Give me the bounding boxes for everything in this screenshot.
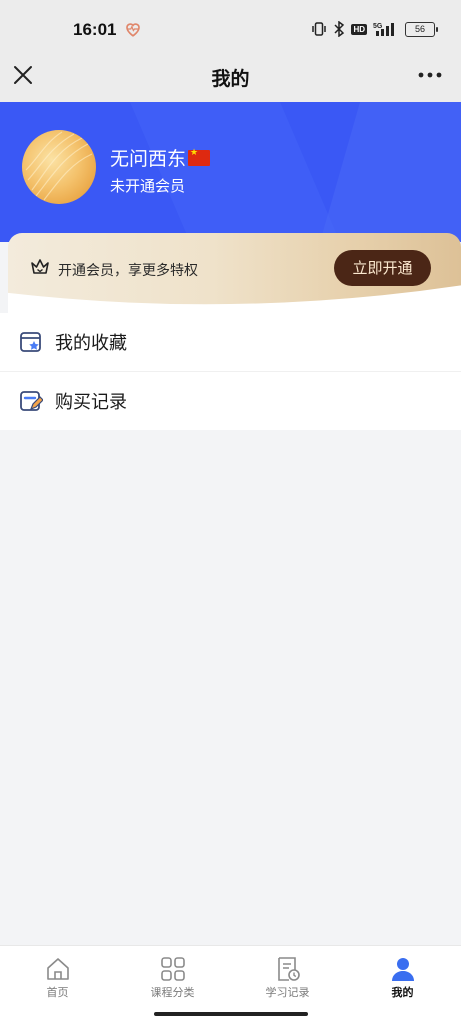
status-time: 16:01 — [73, 20, 117, 39]
hd-badge: HD — [351, 23, 367, 35]
home-icon — [46, 958, 69, 980]
health-heart-icon — [126, 23, 140, 37]
tab-mine[interactable]: 我的 — [345, 946, 460, 1006]
bluetooth-icon — [334, 21, 345, 37]
status-icons: HD 5G 56 — [311, 19, 438, 39]
menu-label-favorites: 我的收藏 — [55, 333, 127, 354]
vip-banner[interactable]: 开通会员，享更多特权 立即开通 — [8, 233, 461, 313]
banner-curve — [8, 285, 461, 313]
avatar-image — [25, 131, 93, 201]
tab-study-records[interactable]: 学习记录 — [230, 946, 345, 1006]
signal-5g-icon: 5G — [373, 23, 394, 36]
menu-label-purchase-records: 购买记录 — [55, 392, 127, 413]
status-bar: 16:01 HD 5G 56 — [0, 0, 461, 56]
svg-text:5G: 5G — [373, 23, 383, 30]
username: 无问西东 — [110, 144, 211, 171]
more-options-icon[interactable] — [417, 65, 443, 85]
purchase-record-icon — [20, 391, 43, 411]
profile-header: 无问西东 未开通会员 — [0, 102, 461, 242]
tab-label-course-categories: 课程分类 — [150, 986, 195, 999]
app-screen: 16:01 HD 5G 56 我的 无问西东 ★ 未开通会员 开通会员，享更多特… — [0, 0, 461, 1024]
tab-label-mine: 我的 — [391, 986, 414, 999]
username-text: 无问西东 — [110, 148, 187, 170]
crown-icon — [31, 259, 49, 274]
header-decoration — [130, 102, 461, 242]
grid-icon — [160, 957, 185, 981]
tab-label-home: 首页 — [46, 986, 69, 999]
page-title: 我的 — [211, 68, 250, 90]
menu-item-favorites[interactable]: 我的收藏 — [0, 313, 461, 372]
vip-promo-text: 开通会员，享更多特权 — [58, 263, 198, 279]
favorites-icon — [20, 332, 41, 352]
menu-list: 我的收藏 购买记录 — [0, 313, 461, 430]
member-status: 未开通会员 — [110, 177, 186, 195]
battery-indicator: 56 — [405, 21, 438, 37]
vibrate-icon — [312, 22, 327, 36]
study-record-icon — [277, 957, 300, 981]
tab-home[interactable]: 首页 — [0, 946, 115, 1006]
home-indicator[interactable] — [154, 1012, 308, 1016]
open-membership-button[interactable]: 立即开通 — [334, 250, 431, 286]
avatar[interactable] — [22, 130, 96, 204]
china-flag-icon — [188, 148, 211, 166]
bottom-tab-bar: 首页 课程分类 学习记录 我的 — [0, 945, 461, 1024]
nav-bar: 我的 — [0, 56, 461, 102]
tab-course-categories[interactable]: 课程分类 — [115, 946, 230, 1006]
tab-label-study-records: 学习记录 — [265, 986, 310, 999]
menu-item-purchase-records[interactable]: 购买记录 — [0, 372, 461, 430]
person-icon — [391, 958, 414, 981]
